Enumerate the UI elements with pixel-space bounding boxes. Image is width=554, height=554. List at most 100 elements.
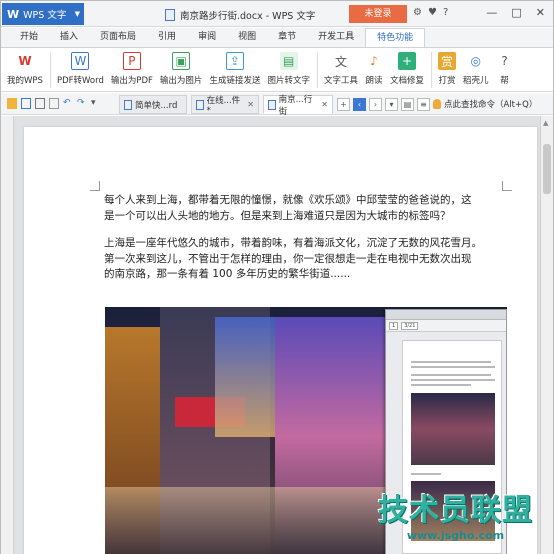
redo-icon[interactable]: ↷ bbox=[77, 98, 87, 109]
read-aloud-button[interactable]: ♪ 朗读 bbox=[365, 48, 383, 86]
my-wps-button[interactable]: W 我的WPS bbox=[7, 48, 43, 86]
export-pdf-button[interactable]: P 输出为PDF bbox=[111, 48, 153, 86]
document-icon bbox=[268, 99, 276, 110]
margin-mark bbox=[502, 181, 512, 191]
doc-repair-icon: + bbox=[397, 52, 416, 70]
inset-text-line bbox=[411, 473, 441, 475]
doc-tab[interactable]: 简单快...rd bbox=[119, 95, 187, 114]
menu-tabs: 开始 插入 页面布局 引用 审阅 视图 章节 开发工具 特色功能 bbox=[1, 28, 553, 47]
chevron-down-icon: ▼ bbox=[74, 10, 80, 18]
close-tab-icon[interactable]: ✕ bbox=[247, 100, 254, 109]
ribbon-label: PDF转Word bbox=[56, 76, 104, 86]
tab-more-button[interactable]: ▤ bbox=[401, 98, 414, 111]
ribbon-label: 输出为PDF bbox=[110, 76, 153, 86]
doc-tab-active[interactable]: 南京...行街 ✕ bbox=[263, 95, 333, 117]
doc-tab-label: 在线...件 * bbox=[206, 95, 241, 116]
inset-toolbar: 1 3/21 bbox=[386, 320, 506, 332]
reward-icon: 赏 bbox=[438, 52, 456, 70]
tab-menu-button[interactable]: ≡ bbox=[417, 98, 430, 111]
command-search[interactable]: 点此查找命令（Alt+Q） bbox=[433, 98, 537, 110]
app-menu-button[interactable]: W WPS 文字 ▼ bbox=[2, 3, 84, 25]
window-title: 南京路步行街.docx - WPS 文字 bbox=[165, 8, 315, 22]
pdf-to-word-button[interactable]: W PDF转Word bbox=[57, 48, 104, 86]
ribbon-label: 打赏 bbox=[438, 76, 456, 86]
help-icon: ? bbox=[501, 54, 508, 68]
neon-glow bbox=[215, 317, 275, 437]
settings-icon[interactable]: ⚙ bbox=[413, 7, 422, 18]
tab-features[interactable]: 特色功能 bbox=[365, 28, 426, 47]
tab-start[interactable]: 开始 bbox=[9, 28, 49, 47]
ribbon-label: 帮 bbox=[500, 76, 509, 86]
text-tools-button[interactable]: 文 文字工具 bbox=[323, 48, 358, 87]
watermark-url: www.jsgho.com bbox=[406, 529, 505, 542]
document-tab-bar: ↶ ↷ ▾ 简单快...rd 在线...件 * ✕ 南京...行街 ✕ + ‹ … bbox=[1, 93, 553, 117]
doc-repair-button[interactable]: + 文档修复 bbox=[390, 48, 424, 86]
wps-window: W WPS 文字 ▼ 南京路步行街.docx - WPS 文字 未登录 ⚙ ♥ … bbox=[0, 0, 554, 554]
save-icon[interactable] bbox=[21, 98, 31, 109]
scroll-up-icon[interactable]: ▲ bbox=[543, 119, 548, 127]
tab-chapter[interactable]: 章节 bbox=[267, 28, 307, 47]
export-image-button[interactable]: ▣ 输出为图片 bbox=[159, 48, 203, 86]
tab-next-button[interactable]: › bbox=[369, 98, 382, 111]
tab-prev-button[interactable]: ‹ bbox=[353, 98, 366, 111]
document-icon bbox=[124, 99, 132, 110]
reward-button[interactable]: 赏 打赏 bbox=[438, 48, 456, 86]
inset-text-line bbox=[411, 374, 491, 376]
tab-page-layout[interactable]: 页面布局 bbox=[89, 28, 147, 47]
skin-icon[interactable]: ♥ bbox=[428, 7, 437, 18]
print-icon[interactable] bbox=[35, 98, 45, 109]
ribbon-label: 文档修复 bbox=[389, 76, 424, 86]
docer-button[interactable]: ◎ 稻壳儿 bbox=[463, 48, 489, 86]
document-icon bbox=[196, 99, 204, 110]
street-lights bbox=[105, 487, 385, 554]
maximize-button[interactable]: □ bbox=[511, 6, 521, 19]
inset-text-line bbox=[411, 361, 491, 363]
watermark: 技术员联盟 www.jsgho.com bbox=[378, 485, 533, 542]
doc-tab-label: 简单快...rd bbox=[135, 100, 178, 111]
tab-insert[interactable]: 插入 bbox=[49, 28, 89, 47]
ribbon-label: 输出为图片 bbox=[159, 76, 203, 86]
quick-access-toolbar: ↶ ↷ ▾ bbox=[7, 98, 101, 109]
tab-view[interactable]: 视图 bbox=[227, 28, 267, 47]
wps-logo-icon: W bbox=[18, 54, 32, 68]
title-tools: ⚙ ♥ ? bbox=[413, 7, 448, 18]
help-button[interactable]: ? 帮 bbox=[496, 48, 514, 86]
tab-references[interactable]: 引用 bbox=[147, 28, 187, 47]
doc-tab[interactable]: 在线...件 * ✕ bbox=[191, 95, 259, 116]
open-folder-icon[interactable] bbox=[7, 98, 17, 109]
inset-text-line bbox=[411, 384, 471, 386]
ocr-button[interactable]: ▤ 图片转文字 bbox=[267, 48, 310, 86]
export-image-icon: ▣ bbox=[172, 52, 191, 70]
share-link-button[interactable]: ⇪ 生成链接发送 bbox=[209, 48, 260, 86]
app-name: WPS 文字 bbox=[23, 10, 67, 21]
margin-mark bbox=[90, 181, 100, 191]
title-bar: W WPS 文字 ▼ 南京路步行街.docx - WPS 文字 未登录 ⚙ ♥ … bbox=[1, 1, 553, 27]
help-icon[interactable]: ? bbox=[443, 7, 448, 18]
command-search-label: 点此查找命令（Alt+Q） bbox=[444, 100, 538, 110]
inset-photo bbox=[411, 393, 495, 465]
text-line: 上海是一座年代悠久的城市，带着韵味，有着海派文化，沉淀了无数的风花雪月。 bbox=[104, 237, 482, 249]
scrollbar-thumb[interactable] bbox=[543, 144, 551, 194]
close-button[interactable]: ✕ bbox=[536, 6, 545, 19]
undo-icon[interactable]: ↶ bbox=[63, 98, 73, 109]
tab-list-button[interactable]: ▾ bbox=[385, 98, 398, 111]
separator bbox=[431, 52, 432, 88]
minimize-button[interactable]: — bbox=[486, 6, 497, 19]
print-preview-icon[interactable] bbox=[49, 98, 59, 109]
more-icon[interactable]: ▾ bbox=[91, 98, 101, 109]
window-controls: — □ ✕ bbox=[486, 6, 545, 19]
window-title-text: 南京路步行街.docx - WPS 文字 bbox=[180, 11, 316, 22]
login-button[interactable]: 未登录 bbox=[349, 5, 407, 23]
ribbon-label: 文字工具 bbox=[323, 76, 358, 86]
new-tab-button[interactable]: + bbox=[337, 98, 350, 111]
vertical-scrollbar[interactable]: ▲ bbox=[540, 116, 553, 554]
pdf-to-word-icon: W bbox=[71, 52, 90, 70]
docer-icon: ◎ bbox=[470, 54, 481, 68]
tab-developer[interactable]: 开发工具 bbox=[307, 28, 365, 47]
tab-review[interactable]: 审阅 bbox=[187, 28, 227, 47]
watermark-title: 技术员联盟 bbox=[378, 493, 533, 528]
paragraph-2: 上海是一座年代悠久的城市，带着韵味，有着海派文化，沉淀了无数的风花雪月。 第一次… bbox=[104, 236, 504, 283]
close-tab-icon[interactable]: ✕ bbox=[321, 100, 328, 109]
separator bbox=[316, 52, 318, 88]
inset-page-field: 1 bbox=[389, 321, 399, 330]
